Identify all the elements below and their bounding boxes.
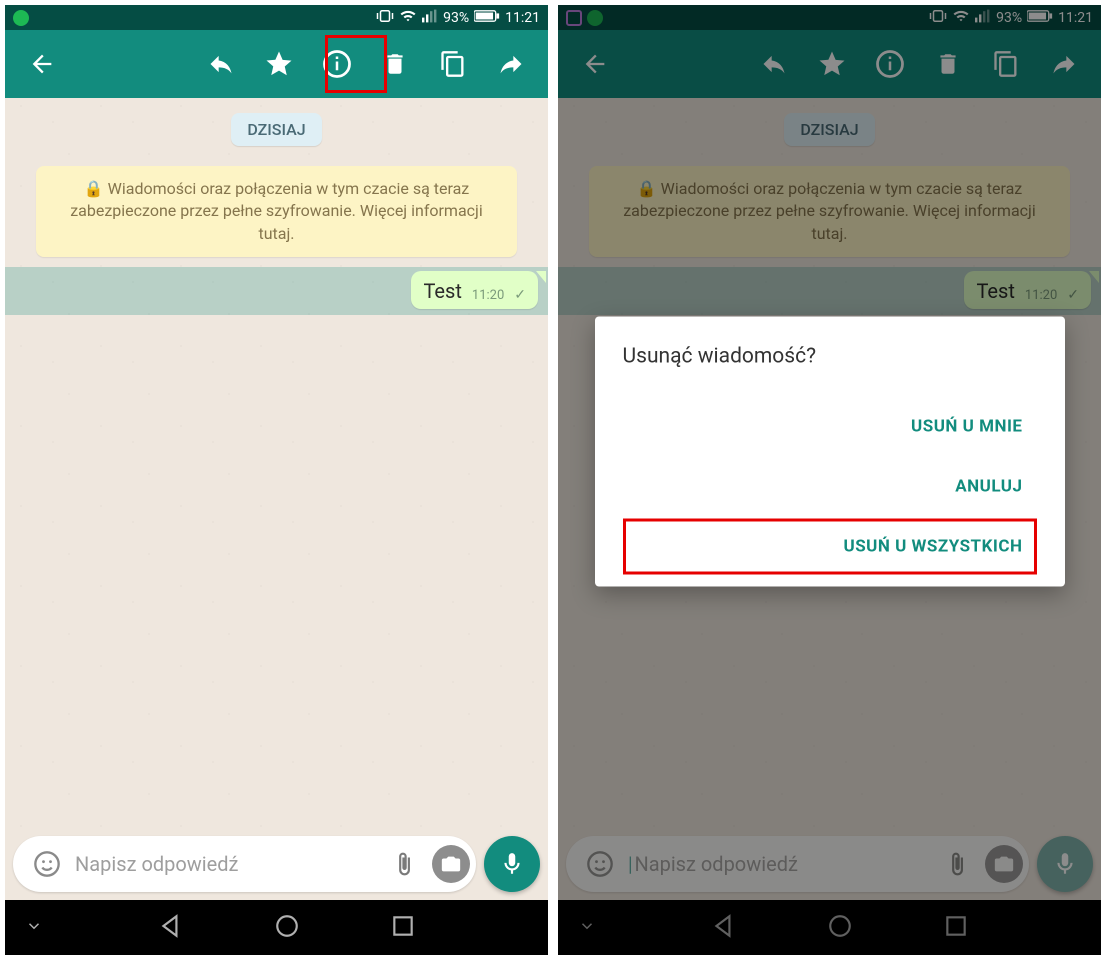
message-text: Test	[423, 279, 461, 303]
wifi-icon	[399, 9, 417, 27]
delete-for-everyone-button[interactable]: USUŃ U WSZYSTKICH	[623, 518, 1037, 574]
input-placeholder: Napisz odpowiedź	[75, 852, 376, 876]
android-nav-bar	[5, 900, 548, 955]
message-time: 11:20	[472, 288, 504, 303]
attach-icon[interactable]	[384, 844, 424, 884]
encryption-notice[interactable]: 🔒 Wiadomości oraz połączenia w tym czaci…	[36, 166, 517, 257]
delete-for-me-button[interactable]: USUŃ U MNIE	[623, 398, 1037, 454]
info-button[interactable]	[310, 37, 364, 91]
camera-icon[interactable]	[432, 845, 470, 883]
chevron-down-icon[interactable]	[25, 917, 43, 939]
composer-row: Napisz odpowiedź	[5, 828, 548, 900]
selected-message-row[interactable]: Test 11:20 ✓	[5, 267, 548, 315]
delete-dialog: Usunąć wiadomość? USUŃ U MNIE ANULUJ USU…	[595, 316, 1065, 586]
nav-recent-icon[interactable]	[390, 913, 416, 943]
reply-button[interactable]	[194, 37, 248, 91]
copy-button[interactable]	[426, 37, 480, 91]
chat-area: DZISIAJ 🔒 Wiadomości oraz połączenia w t…	[5, 98, 548, 828]
dialog-title: Usunąć wiadomość?	[623, 344, 1037, 368]
back-button[interactable]	[15, 37, 69, 91]
status-bar: 93% 11:21	[5, 5, 548, 30]
nav-home-icon[interactable]	[274, 913, 300, 943]
vibrate-icon	[376, 9, 394, 27]
date-header: DZISIAJ	[231, 113, 321, 146]
cancel-button[interactable]: ANULUJ	[623, 458, 1037, 514]
message-bubble[interactable]: Test 11:20 ✓	[411, 271, 538, 309]
mic-button[interactable]	[484, 836, 540, 892]
nav-back-icon[interactable]	[158, 913, 184, 943]
star-button[interactable]	[252, 37, 306, 91]
spotify-icon	[13, 10, 29, 26]
signal-icon	[422, 9, 438, 27]
screenshot-right: 93% 11:21 DZISIAJ 🔒 Wiadomości o	[558, 5, 1101, 955]
message-input[interactable]: Napisz odpowiedź	[13, 836, 476, 892]
battery-icon	[474, 9, 500, 27]
emoji-icon[interactable]	[27, 844, 67, 884]
delete-button[interactable]	[368, 37, 422, 91]
battery-percent: 93%	[443, 10, 469, 26]
forward-button[interactable]	[484, 37, 538, 91]
status-time: 11:21	[505, 10, 540, 26]
check-icon: ✓	[514, 287, 526, 303]
screenshot-left: 93% 11:21 DZISIAJ 🔒 Wiadomo	[5, 5, 548, 955]
selection-toolbar	[5, 30, 548, 98]
